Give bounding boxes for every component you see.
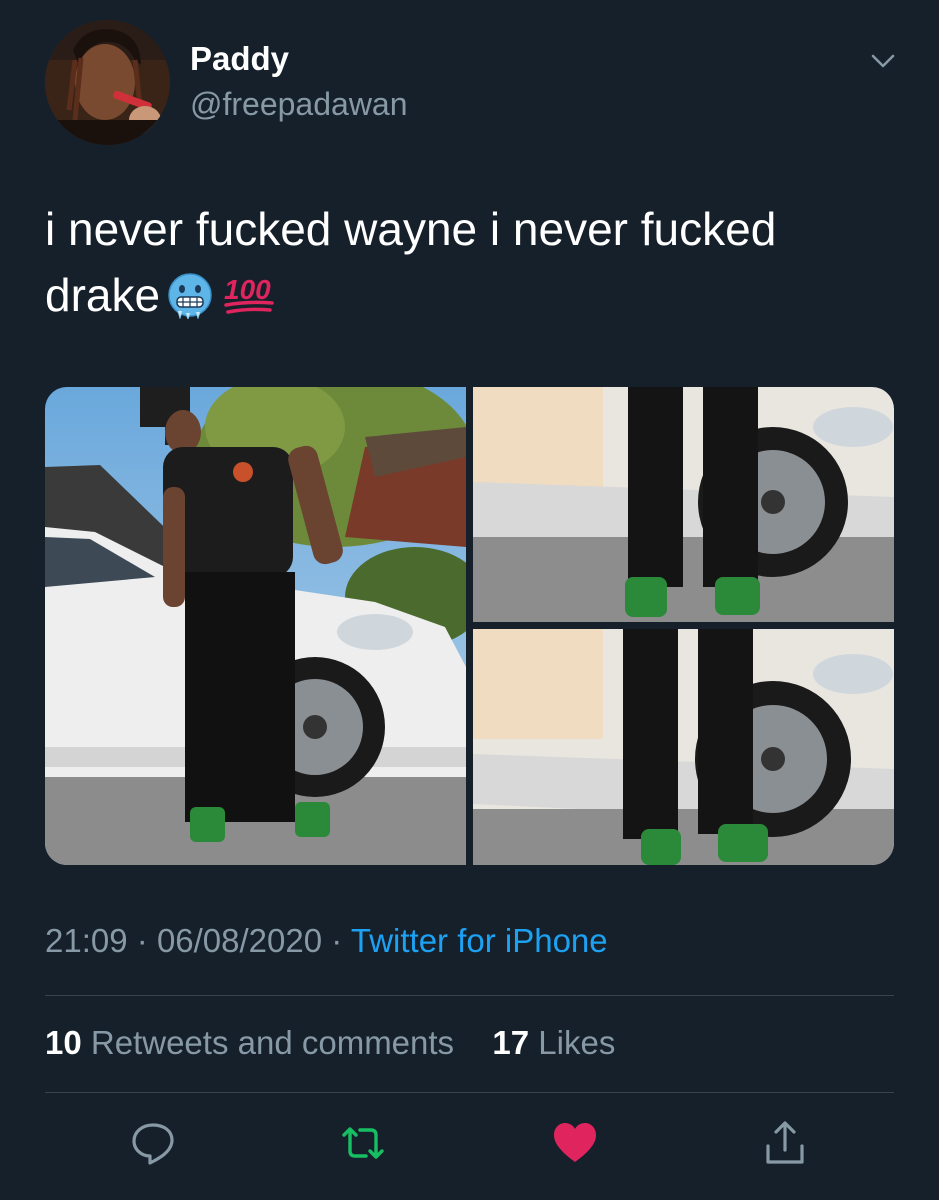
hundred-points-icon: 100	[220, 268, 278, 316]
tweet-text: i never fucked wayne i never fucked drak…	[45, 196, 895, 328]
divider	[45, 1092, 894, 1093]
retweets-label[interactable]: Retweets and comments	[91, 1024, 454, 1061]
reply-icon	[132, 1123, 174, 1165]
retweet-button[interactable]	[338, 1118, 388, 1168]
tweet-header: Paddy @freepadawan	[0, 0, 939, 160]
like-icon	[554, 1123, 596, 1162]
photo-3[interactable]	[473, 629, 894, 865]
tweet-date: 06/08/2020	[156, 922, 323, 959]
avatar[interactable]	[45, 20, 170, 145]
photo-2[interactable]	[473, 387, 894, 622]
tweet-text-word: drake	[45, 269, 161, 321]
likes-count[interactable]: 17	[492, 1024, 529, 1061]
photo-1[interactable]	[45, 387, 466, 865]
likes-label[interactable]: Likes	[538, 1024, 615, 1061]
meta-separator-2: ·	[331, 922, 343, 959]
divider	[45, 995, 894, 996]
photo-legs-sneakers-2-image	[473, 629, 894, 865]
chevron-down-icon[interactable]	[866, 44, 900, 78]
media-grid	[45, 387, 894, 865]
tweet-text-line-2: drake 100	[45, 262, 895, 328]
photo-legs-sneakers-image	[473, 387, 894, 622]
svg-text:100: 100	[224, 274, 271, 305]
user-handle[interactable]: @freepadawan	[190, 86, 408, 123]
share-icon	[766, 1121, 804, 1164]
retweet-icon	[342, 1127, 384, 1159]
tweet-text-line-1: i never fucked wayne i never fucked	[45, 203, 777, 255]
share-button[interactable]	[760, 1118, 810, 1168]
tweet-meta: 21:09 · 06/08/2020 · Twitter for iPhone	[45, 922, 608, 960]
tweet-time: 21:09	[45, 922, 128, 959]
cold-face-icon	[166, 270, 214, 321]
tweet-source-link[interactable]: Twitter for iPhone	[351, 922, 608, 959]
tweet-stats: 10 Retweets and comments 17 Likes	[45, 1024, 615, 1062]
like-button[interactable]	[550, 1118, 600, 1168]
avatar-image	[45, 20, 170, 145]
photo-man-by-car-image	[45, 387, 466, 865]
reply-button[interactable]	[128, 1118, 178, 1168]
display-name[interactable]: Paddy	[190, 40, 289, 78]
meta-separator: ·	[136, 922, 148, 959]
retweets-count[interactable]: 10	[45, 1024, 82, 1061]
